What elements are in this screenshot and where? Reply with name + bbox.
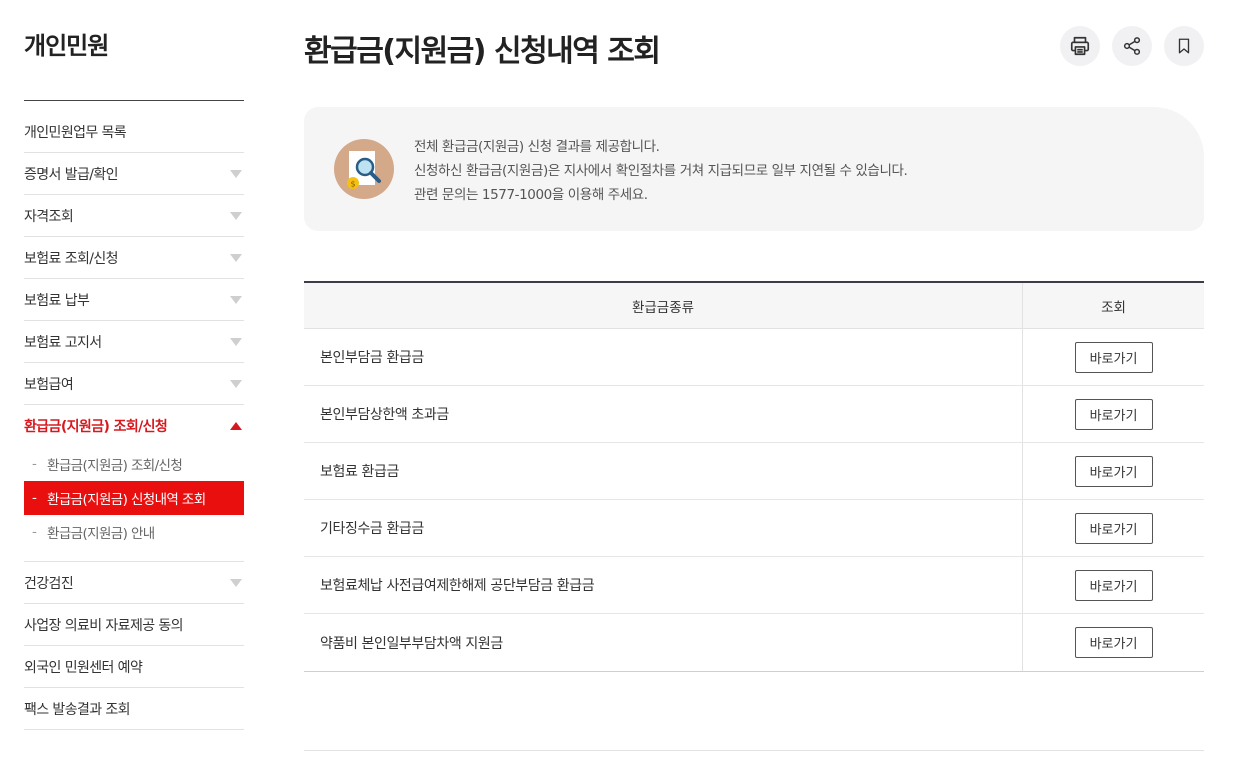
sidebar-item-eligibility[interactable]: 자격조회 (24, 195, 244, 237)
sidebar-item-label: 건강검진 (24, 575, 74, 592)
info-text: 전체 환급금(지원금) 신청 결과를 제공합니다. 신청하신 환급금(지원금)은… (414, 135, 908, 207)
sidebar-item-label: 팩스 발송결과 조회 (24, 701, 131, 718)
sidebar-item-insurance-benefits[interactable]: 보험급여 (24, 363, 244, 405)
go-button[interactable]: 바로가기 (1074, 398, 1153, 430)
sidebar-item-label: 개인민원업무 목록 (24, 125, 127, 141)
refund-submenu: - 환급금(지원금) 조회/신청 - 환급금(지원금) 신청내역 조회 - 환급… (24, 447, 244, 562)
refund-type-cell: 본인부담상한액 초과금 (304, 386, 1023, 442)
sidebar-title: 개인민원 (24, 32, 109, 60)
caret-down-icon (230, 295, 242, 304)
caret-down-icon (230, 578, 242, 587)
printer-icon (1070, 36, 1090, 56)
table-row: 본인부담금 환급금 바로가기 (304, 329, 1204, 386)
table-header: 환급금종류 조회 (304, 283, 1204, 329)
sidebar-item-label: 보험급여 (24, 376, 74, 393)
sidebar-item-label: 보험료 고지서 (24, 334, 102, 351)
sidebar-item-label: 보험료 납부 (24, 292, 90, 309)
share-button[interactable] (1112, 26, 1152, 66)
info-line: 전체 환급금(지원금) 신청 결과를 제공합니다. (414, 139, 660, 155)
sidebar-item-label: 사업장 의료비 자료제공 동의 (24, 617, 184, 634)
sidebar-item-premium-notice[interactable]: 보험료 고지서 (24, 321, 244, 363)
dash-bullet: - (32, 490, 37, 506)
refund-type-cell: 기타징수금 환급금 (304, 500, 1023, 556)
table-row: 보험료체납 사전급여제한해제 공단부담금 환급금 바로가기 (304, 557, 1204, 614)
bottom-divider (304, 750, 1204, 751)
sidebar-item-label: 자격조회 (24, 208, 74, 225)
table-row: 보험료 환급금 바로가기 (304, 443, 1204, 500)
refund-type-cell: 약품비 본인일부부담차액 지원금 (304, 614, 1023, 671)
go-button[interactable]: 바로가기 (1074, 455, 1153, 487)
dash-bullet: - (32, 524, 37, 540)
page-title: 환급금(지원금) 신청내역 조회 (304, 34, 661, 69)
go-button[interactable]: 바로가기 (1074, 569, 1153, 601)
sidebar-item-refund[interactable]: 환급금(지원금) 조회/신청 (24, 405, 244, 447)
sidebar-item-civil-list[interactable]: 개인민원업무 목록 (24, 112, 244, 153)
caret-down-icon (230, 253, 242, 262)
refund-table: 환급금종류 조회 본인부담금 환급금 바로가기 본인부담상한액 초과금 바로가기… (304, 281, 1204, 672)
table-row: 본인부담상한액 초과금 바로가기 (304, 386, 1204, 443)
refund-type-cell: 보험료체납 사전급여제한해제 공단부담금 환급금 (304, 557, 1023, 613)
submenu-item-label: 환급금(지원금) 안내 (47, 526, 155, 542)
share-icon (1123, 37, 1141, 55)
submenu-item-refund-guide[interactable]: - 환급금(지원금) 안내 (24, 515, 244, 549)
info-box: $ 전체 환급금(지원금) 신청 결과를 제공합니다. 신청하신 환급금(지원금… (304, 107, 1204, 231)
sidebar-divider (24, 100, 244, 101)
sidebar-item-health-checkup[interactable]: 건강검진 (24, 562, 244, 604)
submenu-item-refund-inquiry[interactable]: - 환급금(지원금) 조회/신청 (24, 447, 244, 481)
caret-down-icon (230, 169, 242, 178)
sidebar-item-certificates[interactable]: 증명서 발급/확인 (24, 153, 244, 195)
sidebar-menu: 개인민원업무 목록 증명서 발급/확인 자격조회 보험료 조회/신청 보험료 납… (24, 112, 244, 730)
go-button[interactable]: 바로가기 (1074, 512, 1153, 544)
caret-down-icon (230, 337, 242, 346)
info-line: 관련 문의는 1577-1000을 이용해 주세요. (414, 187, 648, 203)
submenu-item-label: 환급금(지원금) 조회/신청 (47, 458, 183, 474)
sidebar-item-fax-result[interactable]: 팩스 발송결과 조회 (24, 688, 244, 730)
header-refund-type: 환급금종류 (304, 283, 1023, 328)
bookmark-icon (1178, 38, 1190, 54)
sidebar-item-foreigner-reservation[interactable]: 외국인 민원센터 예약 (24, 646, 244, 688)
table-row: 기타징수금 환급금 바로가기 (304, 500, 1204, 557)
sidebar-item-label: 증명서 발급/확인 (24, 166, 119, 183)
sidebar-item-medical-data-consent[interactable]: 사업장 의료비 자료제공 동의 (24, 604, 244, 646)
caret-down-icon (230, 211, 242, 220)
sidebar-item-premium-inquiry[interactable]: 보험료 조회/신청 (24, 237, 244, 279)
go-button[interactable]: 바로가기 (1074, 627, 1153, 658)
refund-type-cell: 보험료 환급금 (304, 443, 1023, 499)
submenu-item-refund-history[interactable]: - 환급금(지원금) 신청내역 조회 (24, 481, 244, 515)
sidebar-item-label: 환급금(지원금) 조회/신청 (24, 419, 168, 435)
sidebar-item-premium-payment[interactable]: 보험료 납부 (24, 279, 244, 321)
submenu-item-label: 환급금(지원금) 신청내역 조회 (47, 492, 206, 508)
document-search-coin-icon: $ (334, 139, 394, 199)
table-row: 약품비 본인일부부담차액 지원금 바로가기 (304, 614, 1204, 672)
sidebar-item-label: 보험료 조회/신청 (24, 250, 119, 267)
sidebar-item-label: 외국인 민원센터 예약 (24, 659, 143, 676)
dash-bullet: - (32, 456, 37, 472)
header-inquiry: 조회 (1101, 299, 1126, 316)
caret-up-icon (230, 422, 242, 430)
bookmark-button[interactable] (1164, 26, 1204, 66)
print-button[interactable] (1060, 26, 1100, 66)
go-button[interactable]: 바로가기 (1074, 341, 1153, 373)
caret-down-icon (230, 379, 242, 388)
info-line: 신청하신 환급금(지원금)은 지사에서 확인절차를 거쳐 지급되므로 일부 지연… (414, 163, 908, 179)
refund-type-cell: 본인부담금 환급금 (304, 329, 1023, 385)
svg-text:$: $ (350, 180, 355, 189)
